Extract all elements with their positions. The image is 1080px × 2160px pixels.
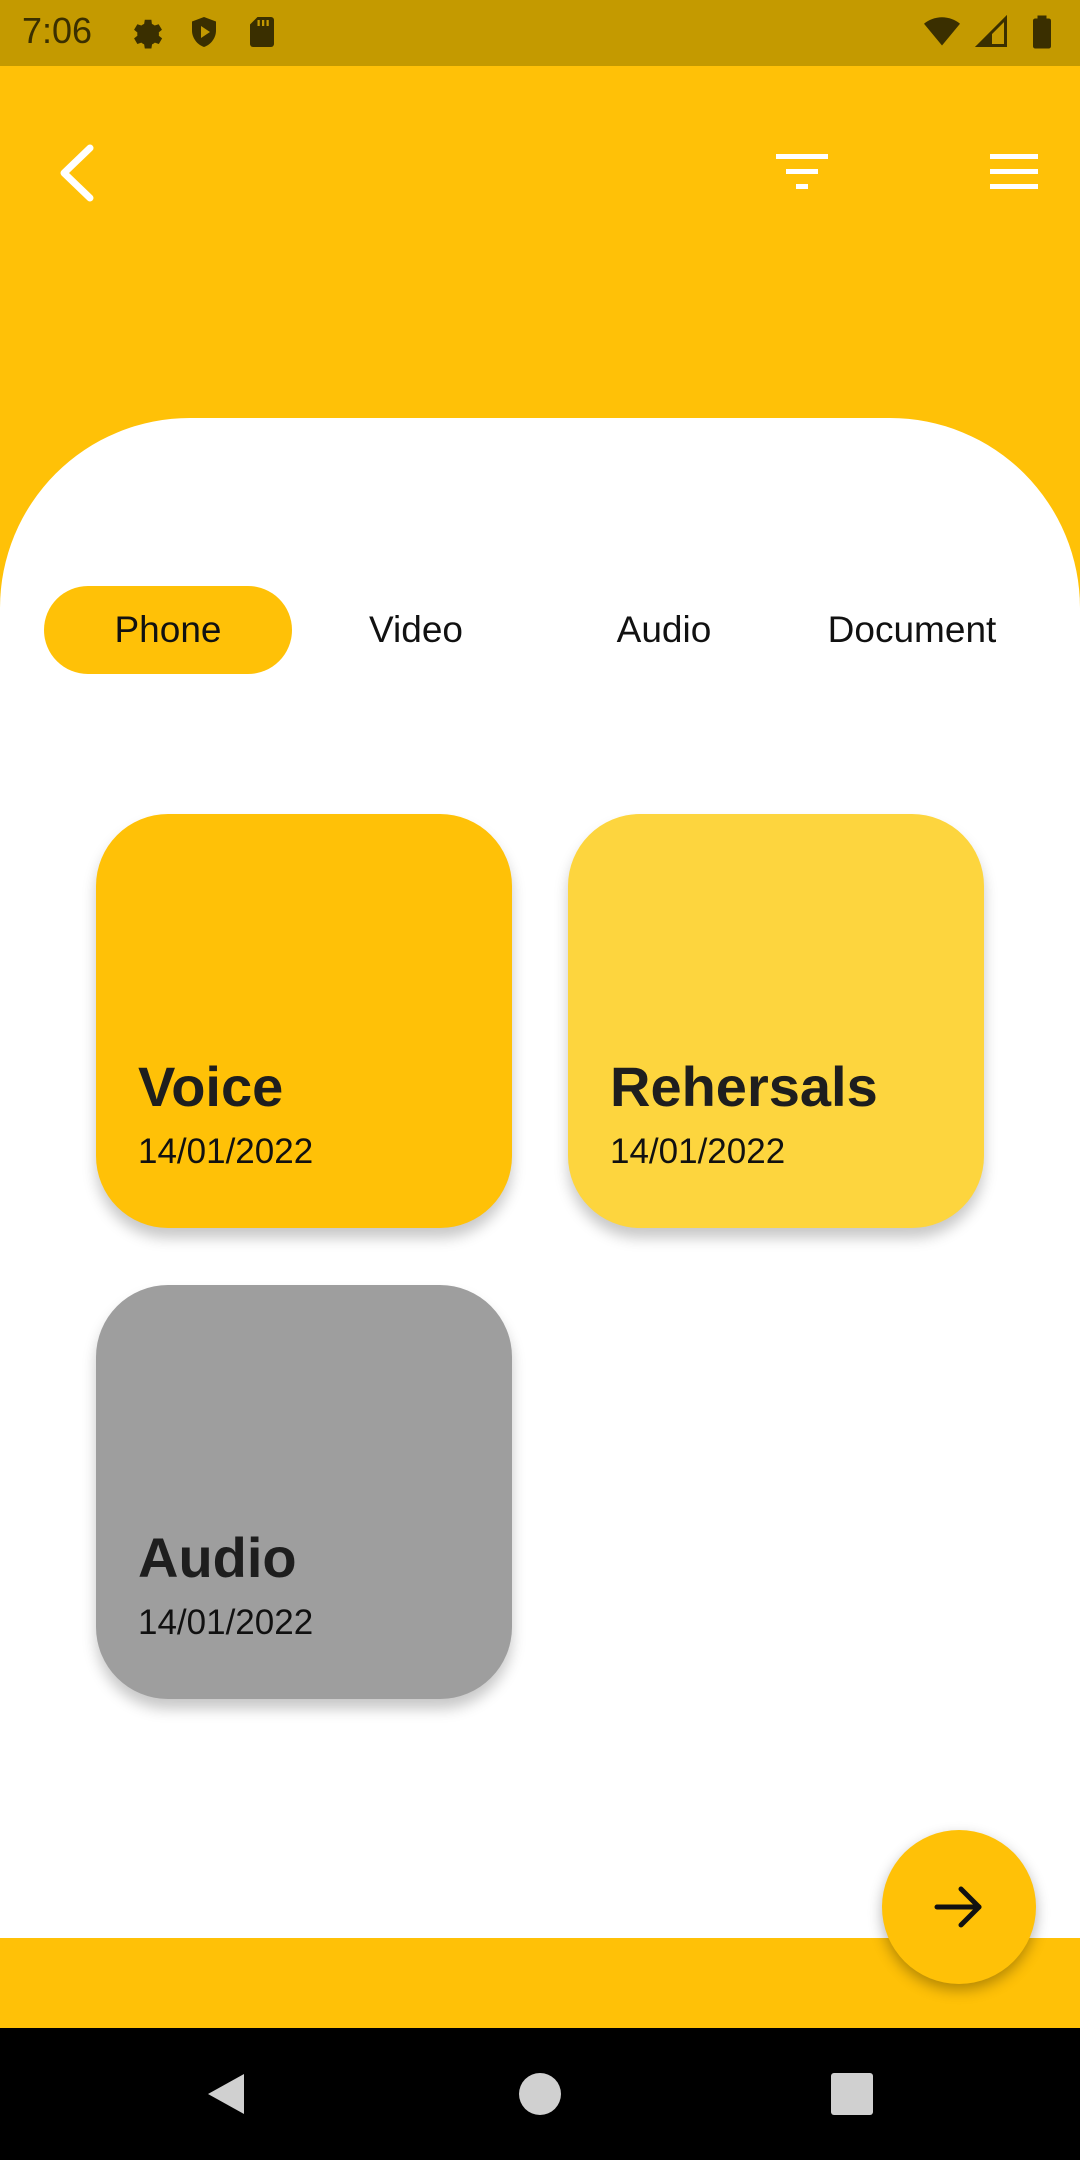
arrow-right-icon	[934, 1886, 982, 1928]
status-bar: 7:06	[0, 0, 1080, 66]
recents-square-icon[interactable]	[826, 2068, 878, 2120]
card-title: Voice	[138, 1055, 284, 1118]
shield-play-icon	[192, 17, 216, 47]
filter-icon[interactable]	[772, 150, 832, 194]
card-voice[interactable]: Voice 14/01/2022	[96, 814, 512, 1228]
card-date: 14/01/2022	[610, 1132, 786, 1171]
tab-audio[interactable]: Audio	[540, 586, 788, 674]
back-triangle-icon[interactable]	[200, 2068, 252, 2120]
wifi-icon	[924, 17, 960, 46]
gear-icon	[134, 19, 163, 49]
system-nav-bar	[0, 2028, 1080, 2160]
tab-document[interactable]: Document	[788, 586, 1036, 674]
chevron-left-icon[interactable]	[52, 140, 102, 206]
card-audio[interactable]: Audio 14/01/2022	[96, 1285, 512, 1699]
card-date: 14/01/2022	[138, 1132, 314, 1171]
battery-icon	[1033, 15, 1051, 49]
status-time: 7:06	[22, 10, 93, 51]
sd-card-icon	[250, 17, 274, 47]
card-title: Rehersals	[610, 1055, 878, 1118]
tab-video[interactable]: Video	[292, 586, 540, 674]
card-date: 14/01/2022	[138, 1603, 314, 1642]
home-circle-icon[interactable]	[514, 2068, 566, 2120]
category-tabs: Phone Video Audio Document	[44, 586, 1044, 674]
hamburger-menu-icon[interactable]	[984, 150, 1044, 194]
tab-phone[interactable]: Phone	[44, 586, 292, 674]
signal-icon	[974, 14, 1007, 47]
card-title: Audio	[138, 1526, 297, 1589]
card-rehersals[interactable]: Rehersals 14/01/2022	[568, 814, 984, 1228]
next-fab-button[interactable]	[882, 1830, 1036, 1984]
